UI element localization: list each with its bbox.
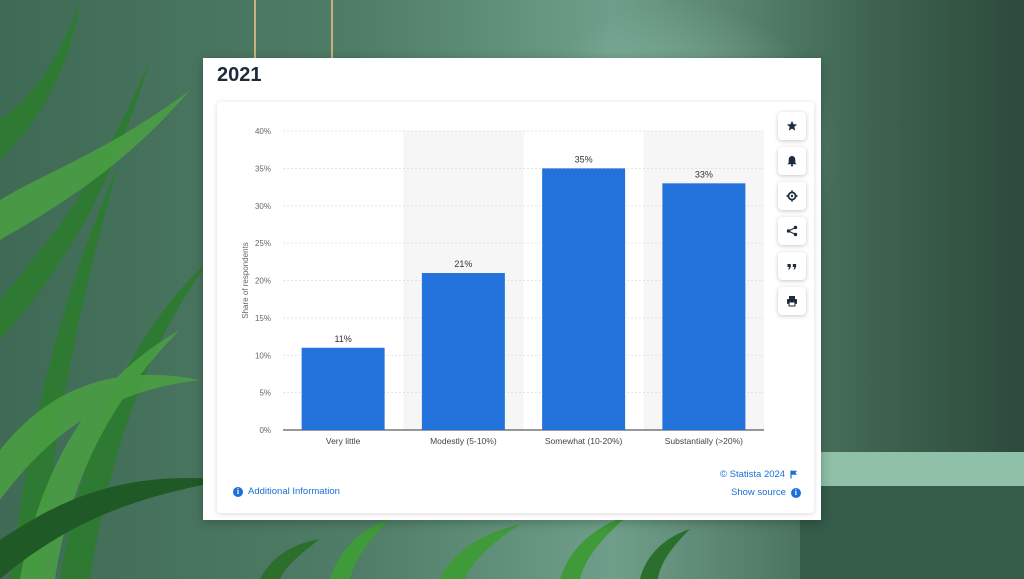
bar	[662, 183, 746, 430]
x-tick-label: Substantially (>20%)	[665, 436, 743, 446]
y-tick-label: 10%	[255, 351, 271, 360]
y-tick-label: 15%	[255, 314, 271, 323]
bar-value-label: 33%	[695, 169, 713, 179]
background-shelf-front	[800, 486, 1024, 579]
y-axis-title: Share of respondents	[241, 242, 250, 319]
chart-panel: 0% 5% 10% 15% 20% 25% 30% 35% 40% Share of respon…	[217, 102, 814, 513]
bar-value-label: 35%	[575, 154, 593, 164]
print-button[interactable]	[778, 287, 806, 315]
flag-icon	[790, 470, 798, 479]
gear-icon	[786, 190, 798, 202]
show-source-link[interactable]: Show source i	[731, 487, 801, 498]
hanging-wire-left	[254, 0, 256, 60]
share-button[interactable]	[778, 217, 806, 245]
settings-button[interactable]	[778, 182, 806, 210]
y-tick-label: 25%	[255, 239, 271, 248]
year-title: 2021	[217, 64, 262, 86]
copyright-label: © Statista 2024	[720, 469, 798, 480]
statistic-card: 2021 0% 5% 10% 15% 20% 25% 30% 35% 40% Share of r…	[203, 58, 821, 520]
cite-button[interactable]	[778, 252, 806, 280]
print-icon	[787, 296, 797, 307]
show-source-label: Show source	[731, 487, 786, 498]
y-tick-label: 0%	[259, 426, 271, 435]
x-tick-label: Modestly (5-10%)	[430, 436, 497, 446]
additional-information-link[interactable]: i Additional Information	[233, 486, 340, 497]
y-tick-label: 5%	[259, 389, 271, 398]
y-tick-label: 40%	[255, 127, 271, 136]
bar-chart: 0% 5% 10% 15% 20% 25% 30% 35% 40% Share of respon…	[241, 127, 764, 446]
bell-icon	[787, 156, 797, 167]
notification-button[interactable]	[778, 147, 806, 175]
star-icon	[786, 120, 798, 131]
share-icon	[786, 225, 798, 237]
x-tick-label: Very little	[326, 436, 361, 446]
quote-icon	[787, 264, 797, 270]
bar	[542, 168, 626, 430]
y-tick-label: 30%	[255, 202, 271, 211]
favorite-button[interactable]	[778, 112, 806, 140]
bar	[301, 347, 385, 430]
background-shelf	[800, 452, 1024, 486]
y-tick-label: 20%	[255, 277, 271, 286]
info-icon: i	[233, 486, 243, 497]
additional-information-label: Additional Information	[248, 486, 340, 497]
x-tick-label: Somewhat (10-20%)	[545, 436, 623, 446]
info-icon: i	[790, 487, 801, 498]
bar	[421, 273, 505, 430]
hanging-wire-right	[331, 0, 333, 60]
bar-value-label: 11%	[334, 334, 351, 344]
copyright-text: © Statista 2024	[720, 469, 786, 480]
bar-value-label: 21%	[454, 259, 472, 269]
y-tick-label: 35%	[255, 164, 271, 173]
